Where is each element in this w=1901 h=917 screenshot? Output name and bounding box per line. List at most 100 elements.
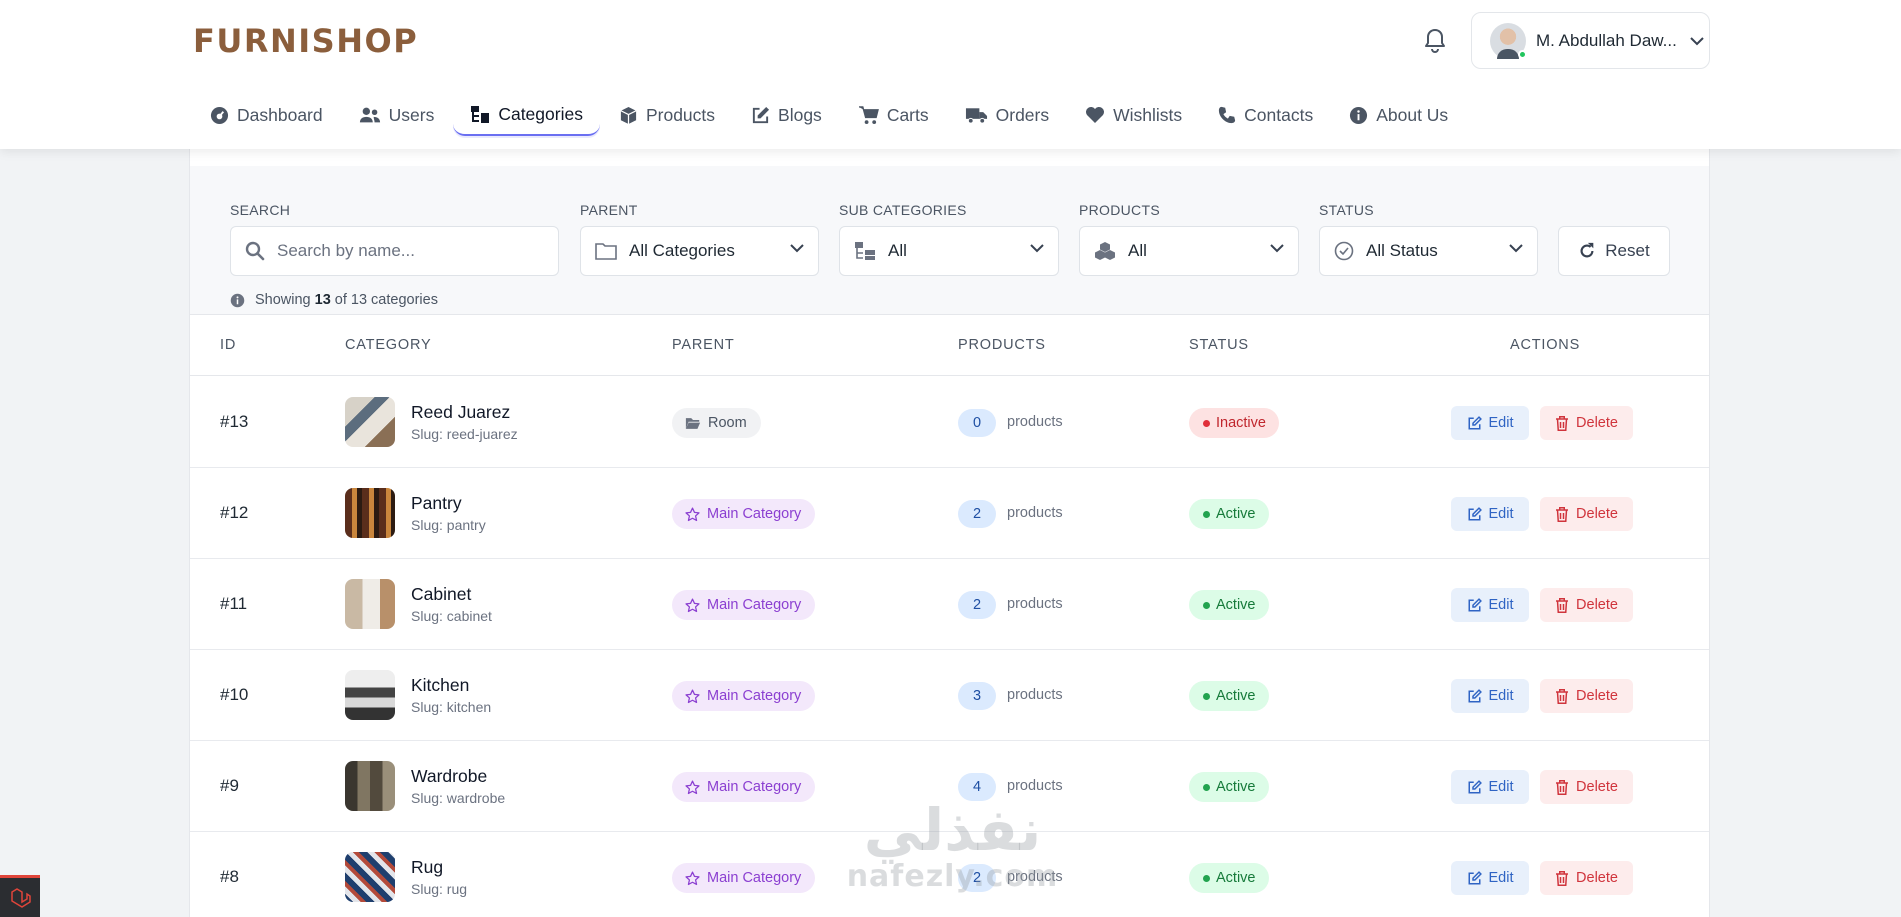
table-row: #9 Wardrobe Slug: wardrobe Main Category 4 pr… [190,741,1709,832]
edit-button[interactable]: Edit [1451,497,1529,531]
edit-button[interactable]: Edit [1451,770,1529,804]
category-name[interactable]: Pantry [411,493,462,514]
online-indicator [1518,49,1527,59]
parent-label: Main Category [707,779,802,795]
status-dot [1203,601,1210,609]
th-status[interactable]: STATUS [1189,337,1249,353]
delete-button[interactable]: Delete [1540,679,1633,713]
products-count: 2 [958,864,996,892]
trash-icon [1556,415,1569,431]
reset-label: Reset [1605,241,1650,260]
delete-label: Delete [1576,415,1618,431]
category-name[interactable]: Rug [411,857,443,878]
status-text: Active [1216,597,1256,613]
delete-button[interactable]: Delete [1540,770,1633,804]
edit-button[interactable]: Edit [1451,406,1529,440]
nav-item-users[interactable]: Users [342,94,452,136]
info-icon [1350,106,1368,124]
sub-categories-label: SUB CATEGORIES [839,202,967,218]
dashboard-icon [210,106,229,124]
parent-badge: Main Category [672,681,816,711]
category-thumbnail [345,761,395,811]
nav-label: Users [388,104,435,125]
sub-categories-select[interactable]: All [839,226,1059,276]
nav-item-wishlists[interactable]: Wishlists [1068,94,1199,136]
products-count: 0 [958,409,996,437]
edit-button[interactable]: Edit [1451,679,1529,713]
th-products[interactable]: PRODUCTS [958,337,1046,353]
status-badge: Inactive [1189,408,1279,438]
category-slug: Slug: reed-juarez [411,426,518,442]
parent-select[interactable]: All Categories [580,226,819,276]
category-name[interactable]: Kitchen [411,675,469,696]
status-dot [1203,510,1210,518]
products-select[interactable]: All [1079,226,1299,276]
edit-button[interactable]: Edit [1451,861,1529,895]
category-name[interactable]: Reed Juarez [411,402,510,423]
trash-icon [1556,779,1569,795]
nav-label: Blogs [778,104,822,125]
th-category[interactable]: CATEGORY [345,337,431,353]
th-parent[interactable]: PARENT [672,337,735,353]
products-label: products [1007,778,1063,794]
products-select-value: All [1128,241,1147,260]
products-count: 4 [958,773,996,801]
nav-item-categories[interactable]: Categories [453,94,600,136]
th-id[interactable]: ID [220,337,236,353]
delete-button[interactable]: Delete [1540,406,1633,440]
nav-item-blogs[interactable]: Blogs [734,94,839,136]
status-dot [1203,874,1210,882]
table-header: ID CATEGORY PARENT PRODUCTS STATUS ACTIO… [190,315,1709,376]
user-menu[interactable]: M. Abdullah Daw... [1471,12,1710,69]
nav-item-orders[interactable]: Orders [948,94,1066,136]
chevron-down-icon [1509,244,1523,253]
laravel-icon[interactable] [0,875,40,917]
delete-button[interactable]: Delete [1540,861,1633,895]
search-placeholder: Search by name... [277,241,415,260]
status-text: Active [1216,506,1256,522]
edit-button[interactable]: Edit [1451,588,1529,622]
edit-label: Edit [1488,415,1514,431]
parent-badge: Room [672,408,761,438]
nav-item-contacts[interactable]: Contacts [1201,94,1330,136]
truck-icon [965,108,987,124]
edit-icon [1468,688,1482,702]
status-badge: Active [1189,499,1269,529]
nav-item-about-us[interactable]: About Us [1332,94,1465,136]
status-dot [1203,419,1210,427]
nav-item-products[interactable]: Products [602,94,732,136]
parent-badge: Main Category [672,499,816,529]
nav-item-carts[interactable]: Carts [841,94,946,136]
delete-button[interactable]: Delete [1540,497,1633,531]
nav-label: Carts [886,104,929,125]
delete-button[interactable]: Delete [1540,588,1633,622]
category-id: #13 [220,412,249,431]
status-text: Active [1216,779,1256,795]
bell-icon[interactable] [1420,26,1450,56]
edit-label: Edit [1488,597,1514,613]
status-select[interactable]: All Status [1319,226,1538,276]
edit-label: Edit [1488,688,1514,704]
chevron-down-icon [790,244,804,253]
search-input[interactable]: Search by name... [230,226,559,276]
chevron-down-icon [1030,244,1044,253]
category-name[interactable]: Cabinet [411,584,471,605]
table-row: #10 Kitchen Slug: kitchen Main Category 3 pro… [190,650,1709,741]
status-badge: Active [1189,863,1269,893]
sub-categories-value: All [888,241,907,260]
category-slug: Slug: pantry [411,517,486,533]
edit-icon [752,106,770,123]
category-id: #11 [220,594,248,613]
reset-button[interactable]: Reset [1558,226,1670,276]
nav-item-dashboard[interactable]: Dashboard [193,94,340,136]
brand-logo[interactable]: FURNISHOP [193,22,418,60]
category-name[interactable]: Wardrobe [411,766,487,787]
parent-label: PARENT [580,202,638,218]
delete-label: Delete [1576,506,1618,522]
category-id: #10 [220,685,249,704]
parent-label: Main Category [707,688,802,704]
nav-label: Wishlists [1113,104,1183,125]
results-count: Showing 13 of 13 categories [230,292,438,308]
status-text: Inactive [1216,415,1266,431]
category-slug: Slug: rug [411,881,468,897]
